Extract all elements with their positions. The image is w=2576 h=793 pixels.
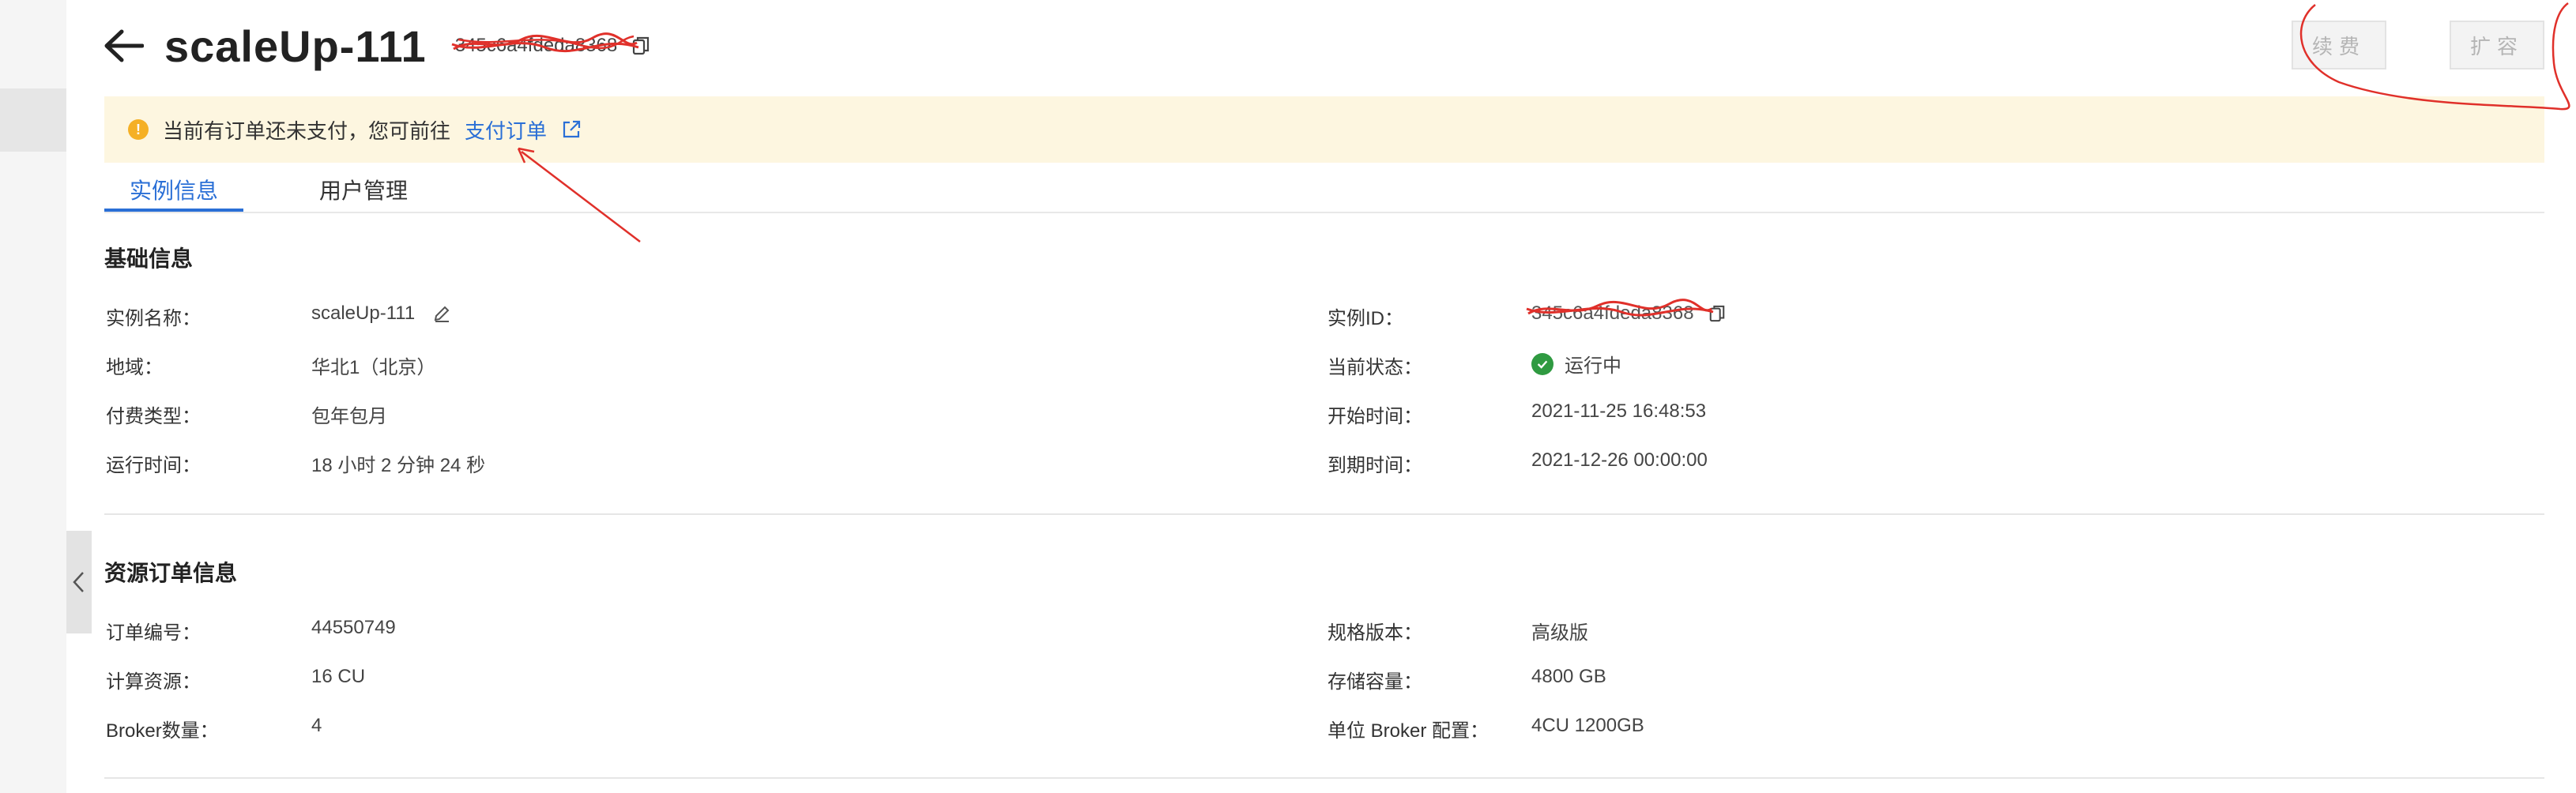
- label-storage: 存储容量：: [1328, 671, 1422, 693]
- instance-id-redacted: 345c6a4fdeda8368: [1526, 299, 1714, 325]
- value-order-number: 44550749: [311, 617, 396, 638]
- success-check-icon: [1531, 352, 1554, 375]
- page-title: scaleUp-111: [164, 21, 427, 71]
- label-region: 地域：: [106, 357, 163, 378]
- sidebar-selected-item[interactable]: [0, 88, 66, 152]
- warning-icon: !: [128, 119, 149, 140]
- section-divider: [104, 777, 2544, 779]
- value-start-time: 2021-11-25 16:48:53: [1531, 400, 1707, 422]
- value-broker-config: 4CU 1200GB: [1531, 715, 1644, 736]
- label-run-time: 运行时间：: [106, 455, 201, 476]
- unpaid-order-notice: ! 当前有订单还未支付，您可前往 支付订单: [104, 96, 2544, 163]
- label-instance-name: 实例名称：: [106, 308, 201, 329]
- edit-icon[interactable]: [432, 304, 451, 323]
- value-instance-name: scaleUp-111: [311, 303, 451, 325]
- tab-user-management[interactable]: 用户管理: [319, 174, 408, 205]
- value-region: 华北1（北京）: [311, 357, 436, 378]
- label-start-time: 开始时间：: [1328, 406, 1422, 427]
- page-header: scaleUp-111 345c6a4fdeda8368: [101, 19, 650, 73]
- order-info-title: 资源订单信息: [104, 561, 238, 585]
- renew-button[interactable]: 续费: [2292, 21, 2386, 70]
- redaction-scribble: [1526, 299, 1714, 317]
- label-broker-count: Broker数量：: [106, 720, 219, 742]
- value-broker-count: 4: [311, 715, 322, 736]
- instance-id-masked: 345c6a4fdeda8368: [451, 32, 639, 57]
- active-tab-indicator: [104, 209, 243, 212]
- label-expire-time: 到期时间：: [1328, 455, 1422, 476]
- label-compute: 计算资源：: [106, 671, 201, 693]
- section-divider: [104, 513, 2544, 515]
- external-link-icon[interactable]: [561, 119, 582, 140]
- value-spec-version: 高级版: [1531, 622, 1588, 644]
- value-billing-type: 包年包月: [311, 406, 387, 427]
- redaction-scribble: [451, 32, 639, 52]
- label-status: 当前状态：: [1328, 357, 1422, 378]
- value-expire-time: 2021-12-26 00:00:00: [1531, 449, 1708, 471]
- value-status: 运行中: [1531, 350, 1621, 378]
- tab-bar: 实例信息 用户管理: [104, 163, 2544, 213]
- pay-order-link[interactable]: 支付订单: [465, 115, 547, 145]
- label-instance-id: 实例ID：: [1328, 308, 1403, 329]
- basic-info-title: 基础信息: [104, 246, 194, 271]
- back-arrow-icon: [104, 29, 144, 62]
- notice-text: 当前有订单还未支付，您可前往: [163, 118, 451, 143]
- label-broker-config: 单位 Broker 配置：: [1328, 720, 1489, 742]
- value-compute: 16 CU: [311, 666, 366, 687]
- sidebar-collapse-toggle[interactable]: [66, 531, 92, 633]
- value-run-time: 18 小时 2 分钟 24 秒: [311, 455, 486, 476]
- chevron-left-icon: [73, 572, 84, 592]
- value-storage: 4800 GB: [1531, 666, 1606, 687]
- label-spec-version: 规格版本：: [1328, 622, 1422, 644]
- value-instance-id: 345c6a4fdeda8368: [1526, 299, 1726, 325]
- back-button[interactable]: [101, 24, 145, 68]
- label-billing-type: 付费类型：: [106, 406, 201, 427]
- tab-instance-info[interactable]: 实例信息: [130, 174, 218, 205]
- label-order-number: 订单编号：: [106, 622, 201, 644]
- expand-button[interactable]: 扩容: [2450, 21, 2544, 70]
